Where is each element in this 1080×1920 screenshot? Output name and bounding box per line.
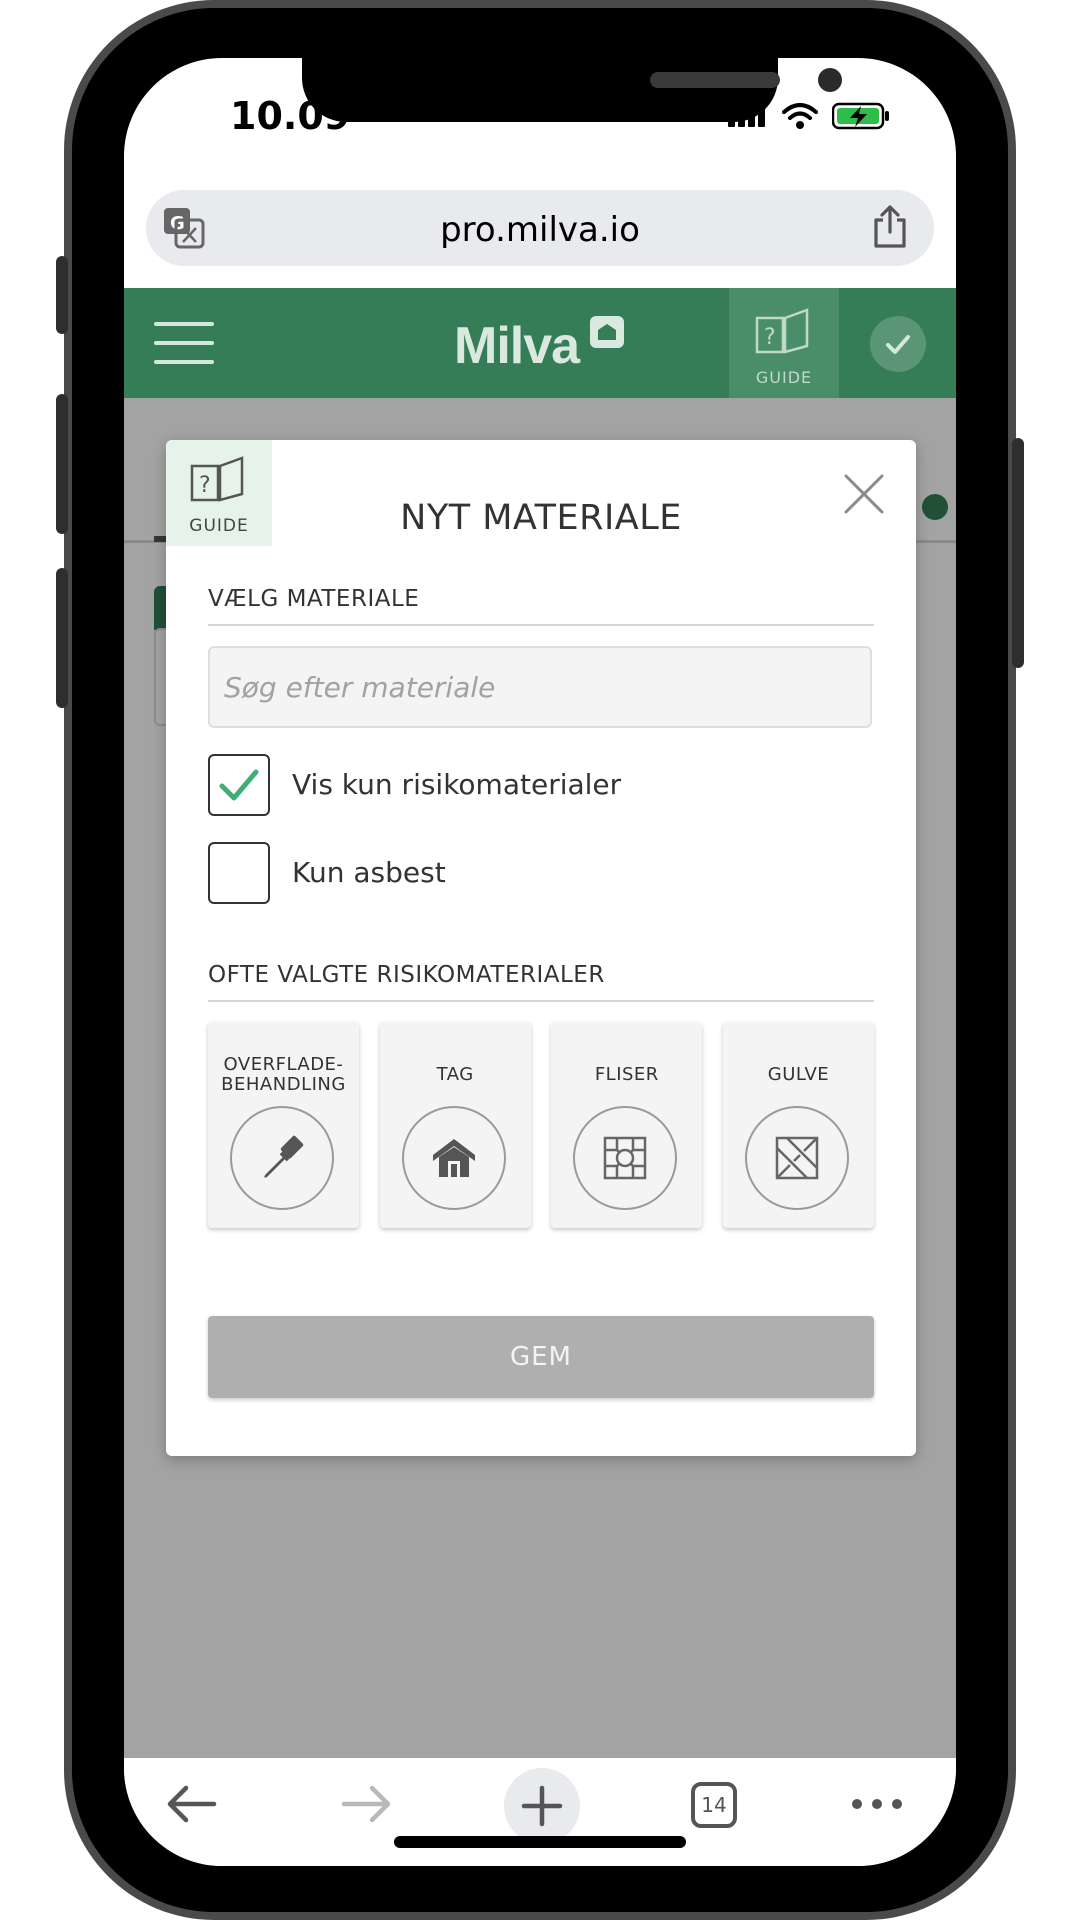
new-tab-button[interactable] (504, 1768, 580, 1844)
volume-down-button (56, 568, 68, 708)
risk-materials-checkbox[interactable] (208, 754, 270, 816)
asbestos-only-checkbox[interactable] (208, 842, 270, 904)
section-divider (208, 1000, 874, 1002)
svg-text:?: ? (199, 473, 211, 498)
tile-tiles[interactable]: FLISER (551, 1022, 703, 1228)
milva-logo: Milva (454, 317, 580, 375)
checkmark-icon (219, 769, 259, 801)
tile-surface-treatment[interactable]: OVERFLADE- BEHANDLING (208, 1022, 359, 1228)
section-divider (208, 624, 874, 626)
tile-icon-circle (573, 1106, 678, 1210)
more-options-icon[interactable] (850, 1794, 904, 1814)
choose-material-label: VÆLG MATERIALE (208, 586, 420, 612)
browser-toolbar: 14 (124, 1758, 956, 1866)
asbestos-only-label[interactable]: Kun asbest (292, 856, 446, 889)
tile-icon-circle (230, 1106, 334, 1210)
new-material-modal: ? GUIDE NYT MATERIALE VÆLG MATERIALE Vis… (166, 440, 916, 1456)
guide-book-icon: ? (755, 308, 809, 354)
tile-icon-circle (744, 1106, 849, 1210)
header-guide-button[interactable]: ? GUIDE (729, 288, 839, 398)
frequent-materials-label: OFTE VALGTE RISIKOMATERIALER (208, 962, 605, 988)
save-button[interactable]: GEM (208, 1316, 874, 1398)
house-icon (432, 1139, 475, 1177)
phone-screen: 10.09 G pro.milva.io Milva ? GUIDE ? GUI… (124, 58, 956, 1866)
frequent-materials-grid: OVERFLADE- BEHANDLING TAG FLISER GULVE (208, 1022, 874, 1228)
floor-icon (775, 1136, 819, 1180)
speaker (650, 72, 780, 88)
silent-switch (56, 256, 68, 334)
tile-label: FLISER (594, 1064, 659, 1085)
battery-charging-icon (832, 102, 889, 130)
power-button (1012, 438, 1024, 668)
back-arrow-icon[interactable] (164, 1780, 218, 1828)
risk-materials-label[interactable]: Vis kun risikomaterialer (292, 768, 621, 801)
share-icon[interactable] (870, 204, 910, 250)
url-text[interactable]: pro.milva.io (146, 210, 934, 250)
material-search-input[interactable] (208, 646, 872, 728)
address-bar[interactable]: G pro.milva.io (146, 190, 934, 266)
volume-up-button (56, 394, 68, 534)
tile-floors[interactable]: GULVE (722, 1022, 874, 1228)
notch (302, 58, 842, 122)
forward-arrow-icon[interactable] (340, 1780, 394, 1828)
header-guide-label: GUIDE (755, 368, 813, 387)
tile-label: OVERFLADE- BEHANDLING (221, 1054, 346, 1095)
paint-brush-icon (264, 1135, 304, 1178)
hamburger-menu-icon[interactable] (154, 322, 214, 364)
tile-roof[interactable]: TAG (379, 1022, 531, 1228)
tile-icon-circle (401, 1106, 506, 1210)
tiles-icon (604, 1136, 647, 1180)
plus-icon (521, 1785, 563, 1827)
home-indicator (394, 1836, 686, 1848)
logo-badge-icon (590, 316, 624, 348)
svg-text:?: ? (764, 325, 776, 350)
tab-count-button[interactable]: 14 (691, 1782, 737, 1828)
tile-label: GULVE (767, 1064, 830, 1085)
sync-check-icon[interactable] (870, 316, 926, 372)
modal-title: NYT MATERIALE (400, 498, 682, 538)
wifi-icon (782, 103, 818, 129)
guide-book-icon: ? (190, 456, 244, 502)
app-header: Milva ? GUIDE (124, 288, 956, 398)
front-camera (818, 68, 842, 92)
tile-label: TAG (436, 1064, 474, 1085)
